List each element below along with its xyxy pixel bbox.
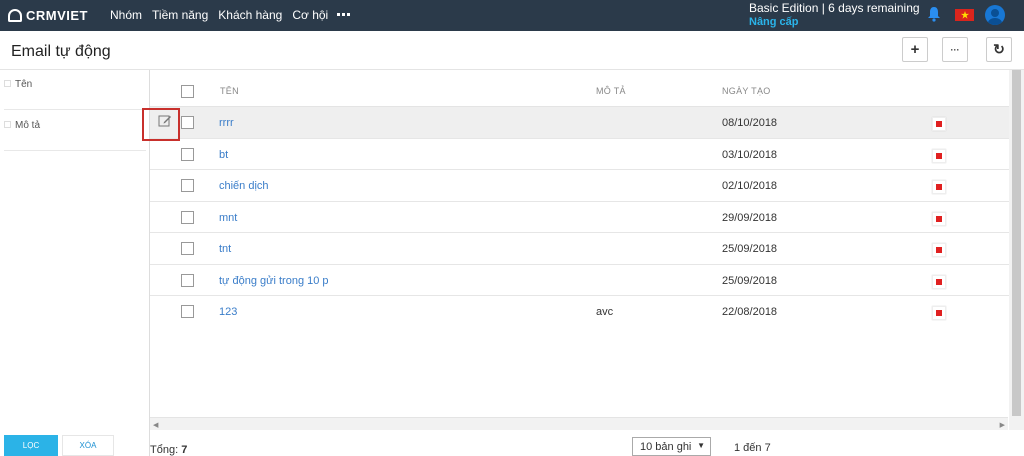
delete-icon [936,121,942,127]
row-description: avc [596,306,614,318]
row-created-date: 03/10/2018 [722,148,778,161]
bell-icon[interactable] [927,6,941,22]
delete-button[interactable] [932,211,946,226]
dropdown-caret-icon: ▼ [697,441,705,450]
row-checkbox[interactable] [181,116,194,129]
row-name-link[interactable]: chiến dịch [219,180,269,192]
table-row[interactable]: rrrr 08/10/2018 [142,107,1024,141]
table-row[interactable]: tnt 25/09/2018 [150,233,1024,265]
delete-icon [936,310,942,316]
logo[interactable]: CRMVIET [8,7,88,23]
row-name-link[interactable]: tự động gửi trong 10 p [219,275,329,287]
filter-clear-button[interactable]: XÓA [62,435,114,456]
select-all-checkbox[interactable] [181,85,194,98]
edit-icon[interactable] [158,114,172,128]
page-header: Email tự động + ··· ↻ [0,31,1024,70]
row-name-link[interactable]: mnt [219,212,237,224]
row-checkbox[interactable] [181,179,194,192]
delete-button[interactable] [932,306,946,320]
column-header-description[interactable]: MÔ TẢ [596,86,626,96]
vertical-scroll-thumb[interactable] [1012,70,1021,416]
filter-description-label: Mô tả [15,120,41,131]
page-size-select[interactable]: 10 bản ghi ▼ [632,437,711,456]
user-avatar-icon[interactable] [985,5,1005,25]
row-name-link[interactable]: tnt [219,243,231,255]
total-value: 7 [181,444,188,456]
scroll-left-icon[interactable]: ◀ [153,421,158,429]
nav-item-customers[interactable]: Khách hàng [218,8,282,22]
row-checkbox[interactable] [181,147,194,161]
row-name-link[interactable]: 123 [219,306,237,318]
delete-button[interactable] [932,180,946,194]
more-options-button[interactable]: ··· [942,37,968,62]
filter-name-label: Tên [15,79,33,90]
main-nav: Nhóm Tiềm năng Khách hàng Cơ hội [110,8,338,22]
delete-icon [936,184,942,190]
delete-icon [936,152,942,159]
filter-description-checkbox[interactable] [4,121,11,128]
table-footer: Tổng: 7 10 bản ghi ▼ 1 đến 7 [150,430,1024,456]
delete-button[interactable] [932,117,946,131]
row-name-link[interactable]: bt [219,149,228,161]
row-created-date: 08/10/2018 [722,117,778,129]
page-size-value: 10 bản ghi [640,441,692,453]
page-title: Email tự động [11,43,111,60]
table-row[interactable]: tự động gửi trong 10 p 25/09/2018 [150,265,1024,296]
total-label: Tổng: [150,444,179,456]
row-created-date: 22/08/2018 [722,306,778,318]
add-button[interactable]: + [902,37,928,62]
table-header: TÊN MÔ TẢ NGÀY TẠO [150,70,1024,107]
filter-name-checkbox[interactable] [4,80,11,87]
total-count: Tổng: 7 [150,444,187,456]
email-automation-table: TÊN MÔ TẢ NGÀY TẠO rrrr 08/10/2018 bt 03… [142,70,1024,420]
delete-icon [936,278,942,285]
delete-icon [936,215,942,222]
filter-field-name[interactable]: Tên [4,70,146,110]
column-header-created[interactable]: NGÀY TẠO [722,86,771,96]
filter-panel: Tên Mô tả [0,70,150,456]
refresh-button[interactable]: ↻ [986,37,1012,62]
nav-more-icon[interactable] [337,13,352,16]
vertical-scrollbar[interactable] [1009,70,1024,430]
delete-button[interactable] [932,148,946,163]
scroll-right-icon[interactable]: ▶ [1000,421,1005,429]
filter-field-description[interactable]: Mô tả [4,111,146,151]
table-row[interactable]: 123 avc 22/08/2018 [150,296,1024,328]
record-range: 1 đến 7 [734,442,771,454]
column-header-name[interactable]: TÊN [220,86,239,96]
filter-apply-button[interactable]: LỌC [4,435,58,456]
row-created-date: 25/09/2018 [722,243,778,255]
table-row[interactable]: mnt 29/09/2018 [150,202,1024,233]
delete-button[interactable] [932,274,946,289]
logo-text: CRMVIET [26,7,88,23]
row-created-date: 25/09/2018 [722,274,778,287]
nav-item-groups[interactable]: Nhóm [110,8,142,22]
upgrade-link[interactable]: Nâng cấp [749,16,799,28]
delete-icon [936,247,942,253]
row-checkbox[interactable] [181,305,194,318]
logo-mark-icon [8,8,22,22]
horizontal-scrollbar[interactable]: ◀ ▶ [150,417,1008,430]
row-name-link[interactable]: rrrr [219,117,234,129]
delete-button[interactable] [932,243,946,257]
row-checkbox[interactable] [181,242,194,255]
row-created-date: 29/09/2018 [722,211,778,224]
row-checkbox[interactable] [181,210,194,224]
vietnam-flag-icon[interactable] [955,9,974,21]
table-row[interactable]: bt 03/10/2018 [150,139,1024,170]
nav-item-opportunities[interactable]: Cơ hội [292,8,328,22]
row-checkbox[interactable] [181,273,194,287]
row-created-date: 02/10/2018 [722,180,778,192]
top-bar: CRMVIET Nhóm Tiềm năng Khách hàng Cơ hội… [0,0,1024,31]
table-row[interactable]: chiến dịch 02/10/2018 [150,170,1024,202]
plan-status: Basic Edition | 6 days remaining [749,1,920,15]
nav-item-leads[interactable]: Tiềm năng [152,8,208,22]
